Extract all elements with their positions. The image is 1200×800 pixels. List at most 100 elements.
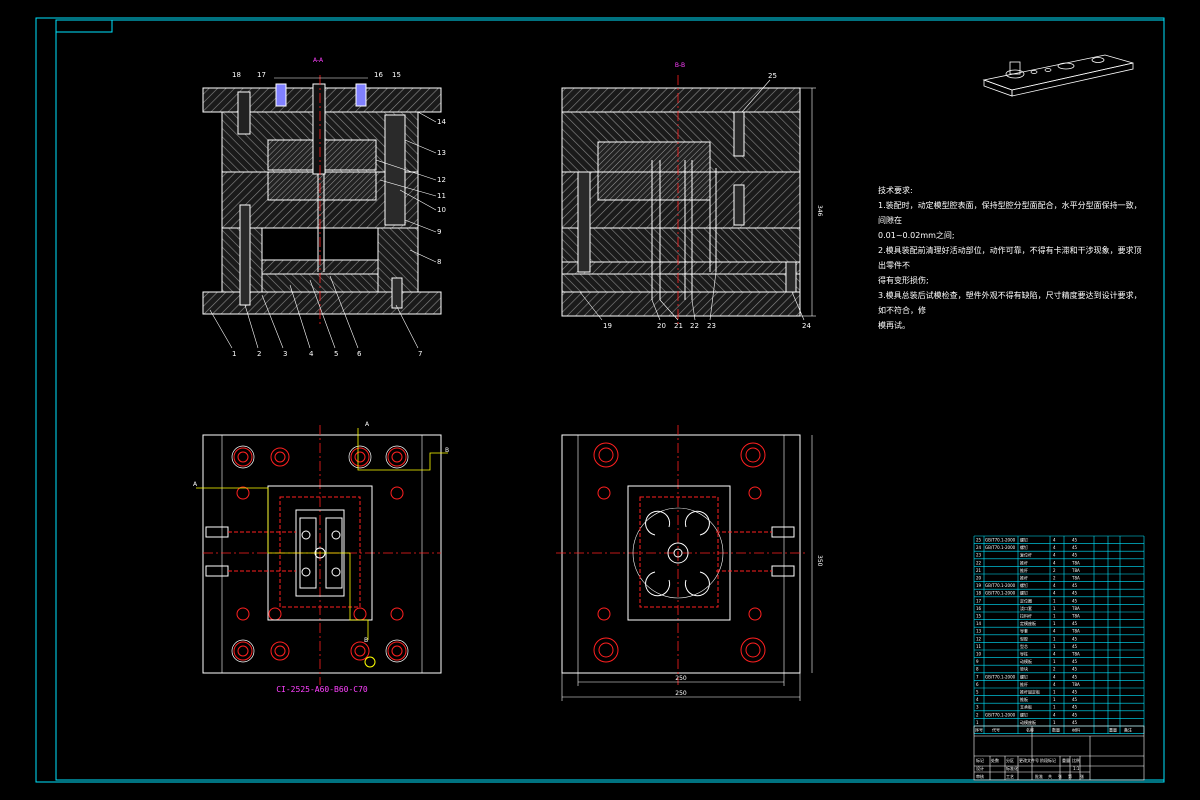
callout-11: 11 (437, 192, 446, 200)
tech-req-line-3: 2.模具装配前清理好活动部位，动作可靠，不得有卡滞和干涉现象，要求顶出零件不 (878, 246, 1142, 270)
bom-no: 8 (976, 667, 979, 672)
tb-cell-12: 工艺 (1006, 774, 1014, 779)
bom-qty: 4 (1053, 553, 1056, 558)
bom-name: 定位圈 (1020, 597, 1032, 603)
bom-code: GB/T70.1-2000 (985, 583, 1016, 588)
corner-title-box (55, 19, 113, 33)
bom-material: 45 (1072, 667, 1078, 672)
bom-no: 11 (976, 644, 982, 649)
title-block-text: 标记 处数 分区 更改文件号 设计 标准化 阶段标记 重量 比例 1:1 审核 … (976, 757, 1084, 779)
callout-3: 3 (283, 350, 287, 358)
bom-material: 45 (1072, 553, 1078, 558)
callout-22: 22 (690, 322, 699, 330)
bom-name: 推杆固定板 (1020, 689, 1040, 695)
bom-name: 支承板 (1020, 704, 1032, 710)
bom-no: 20 (976, 576, 982, 581)
tech-req-line-5: 3.模具总装后试模检查，塑件外观不得有缺陷，尺寸精度要达到设计要求，如不符合，修 (878, 291, 1142, 315)
bom-name: 推杆 (1020, 575, 1028, 581)
bom-name: 螺钉 (1020, 711, 1028, 717)
bom-material: T8A (1071, 682, 1080, 687)
bom-name: 螺钉 (1020, 582, 1028, 588)
callout-6: 6 (357, 350, 362, 358)
tb-cell-14: 共 (1048, 773, 1052, 779)
bom-no: 3 (976, 705, 979, 710)
tb-cell-10: 比例 (1072, 757, 1080, 763)
bom-qty: 2 (1053, 667, 1056, 672)
bom-no: 10 (976, 652, 982, 657)
bom-no: 25 (976, 538, 982, 543)
bom-table: 25 GB/T70.1-2000 螺钉 4 4524 GB/T70.1-2000 螺钉 4 45… (973, 535, 1145, 734)
bom-no: 21 (976, 568, 982, 573)
bom-no: 4 (976, 697, 979, 702)
right-plan-dim-height: 350 (816, 555, 823, 567)
callout-20: 20 (657, 322, 666, 330)
bom-qty: 4 (1053, 583, 1056, 588)
callout-8: 8 (437, 258, 441, 266)
bom-header-cell: 序号 (975, 727, 983, 733)
bom-name: 导柱 (1020, 651, 1028, 657)
bom-name: 推板 (1020, 696, 1028, 702)
bom-material: 45 (1072, 538, 1078, 543)
right-plan-dim-outer: 250 (675, 690, 687, 697)
tb-cell-9: 重量 (1062, 757, 1070, 763)
bom-material: 45 (1072, 659, 1078, 664)
technical-requirements: 技术要求: 1.装配时，动定模型腔表面，保持型腔分型面配合，水平分型面保持一致，… (878, 183, 1143, 333)
callout-25: 25 (768, 72, 777, 80)
bom-no: 1 (976, 720, 979, 725)
bom-code: GB/T70.1-2000 (985, 674, 1016, 679)
bom-header-cell: 代号 (992, 727, 1000, 733)
bom-qty: 1 (1053, 614, 1056, 619)
bom-no: 23 (976, 553, 982, 558)
bom-name: 导套 (1020, 628, 1028, 634)
tb-cell-13: 批准 (1035, 773, 1043, 779)
bom-name: 螺钉 (1020, 537, 1028, 543)
bom-name: 推杆 (1020, 559, 1028, 565)
bom-name: 动模座板 (1020, 719, 1036, 725)
section-mark-a1: A (193, 481, 198, 488)
callout-5: 5 (334, 350, 338, 358)
bom-qty: 4 (1053, 591, 1056, 596)
bom-qty: 1 (1053, 690, 1056, 695)
callout-16: 16 (374, 71, 383, 79)
bom-material: T8A (1071, 614, 1080, 619)
bom-no: 19 (976, 583, 982, 588)
tb-cell-2: 分区 (1006, 757, 1014, 763)
bom-material: 45 (1072, 690, 1078, 695)
bom-no: 7 (976, 674, 979, 679)
bom-material: T8A (1071, 568, 1080, 573)
callout-18: 18 (232, 71, 241, 79)
bom-material: T8A (1071, 560, 1080, 565)
front-section-view: A-A 18 17 16 15 14 13 12 11 10 9 8 1 2 3… (202, 57, 446, 358)
tb-cell-8: 阶段标记 (1040, 757, 1056, 763)
tech-req-line-6: 模再试。 (878, 321, 910, 330)
bom-header-cell: 备注 (1124, 727, 1132, 733)
bom-material: 45 (1072, 621, 1078, 626)
plan-view-left: A A B B CI-2525-A60-B60-C70 (193, 421, 449, 694)
bom-material: T8A (1071, 629, 1080, 634)
tb-cell-1: 处数 (991, 757, 999, 763)
section-mark-b2: B (445, 447, 449, 454)
bom-qty: 4 (1053, 712, 1056, 717)
plan-view-right: 250 250 350 (556, 425, 823, 701)
side-height-dim: 346 (816, 205, 823, 217)
bom-code: GB/T70.1-2000 (985, 545, 1016, 550)
bom-qty: 4 (1053, 560, 1056, 565)
tech-req-line-1: 1.装配时，动定模型腔表面，保持型腔分型面配合，水平分型面保持一致，间隙在 (878, 201, 1142, 225)
bom-name: 浇口套 (1020, 605, 1032, 611)
bom-qty: 1 (1053, 621, 1056, 626)
bom-no: 22 (976, 560, 982, 565)
bom-qty: 1 (1053, 697, 1056, 702)
bom-header-cell: 重量 (1109, 727, 1117, 733)
bom-material: 45 (1072, 720, 1078, 725)
bom-material: 45 (1072, 591, 1078, 596)
bom-no: 24 (976, 545, 982, 550)
bom-header-cell: 名称 (1026, 727, 1034, 733)
bom-code: GB/T70.1-2000 (985, 712, 1016, 717)
callout-12: 12 (437, 176, 446, 184)
bom-qty: 1 (1053, 705, 1056, 710)
callout-7: 7 (418, 350, 422, 358)
bom-material: T8A (1071, 606, 1080, 611)
bom-header-cell: 材料 (1072, 727, 1080, 733)
bom-no: 15 (976, 614, 982, 619)
bom-material: 45 (1072, 598, 1078, 603)
